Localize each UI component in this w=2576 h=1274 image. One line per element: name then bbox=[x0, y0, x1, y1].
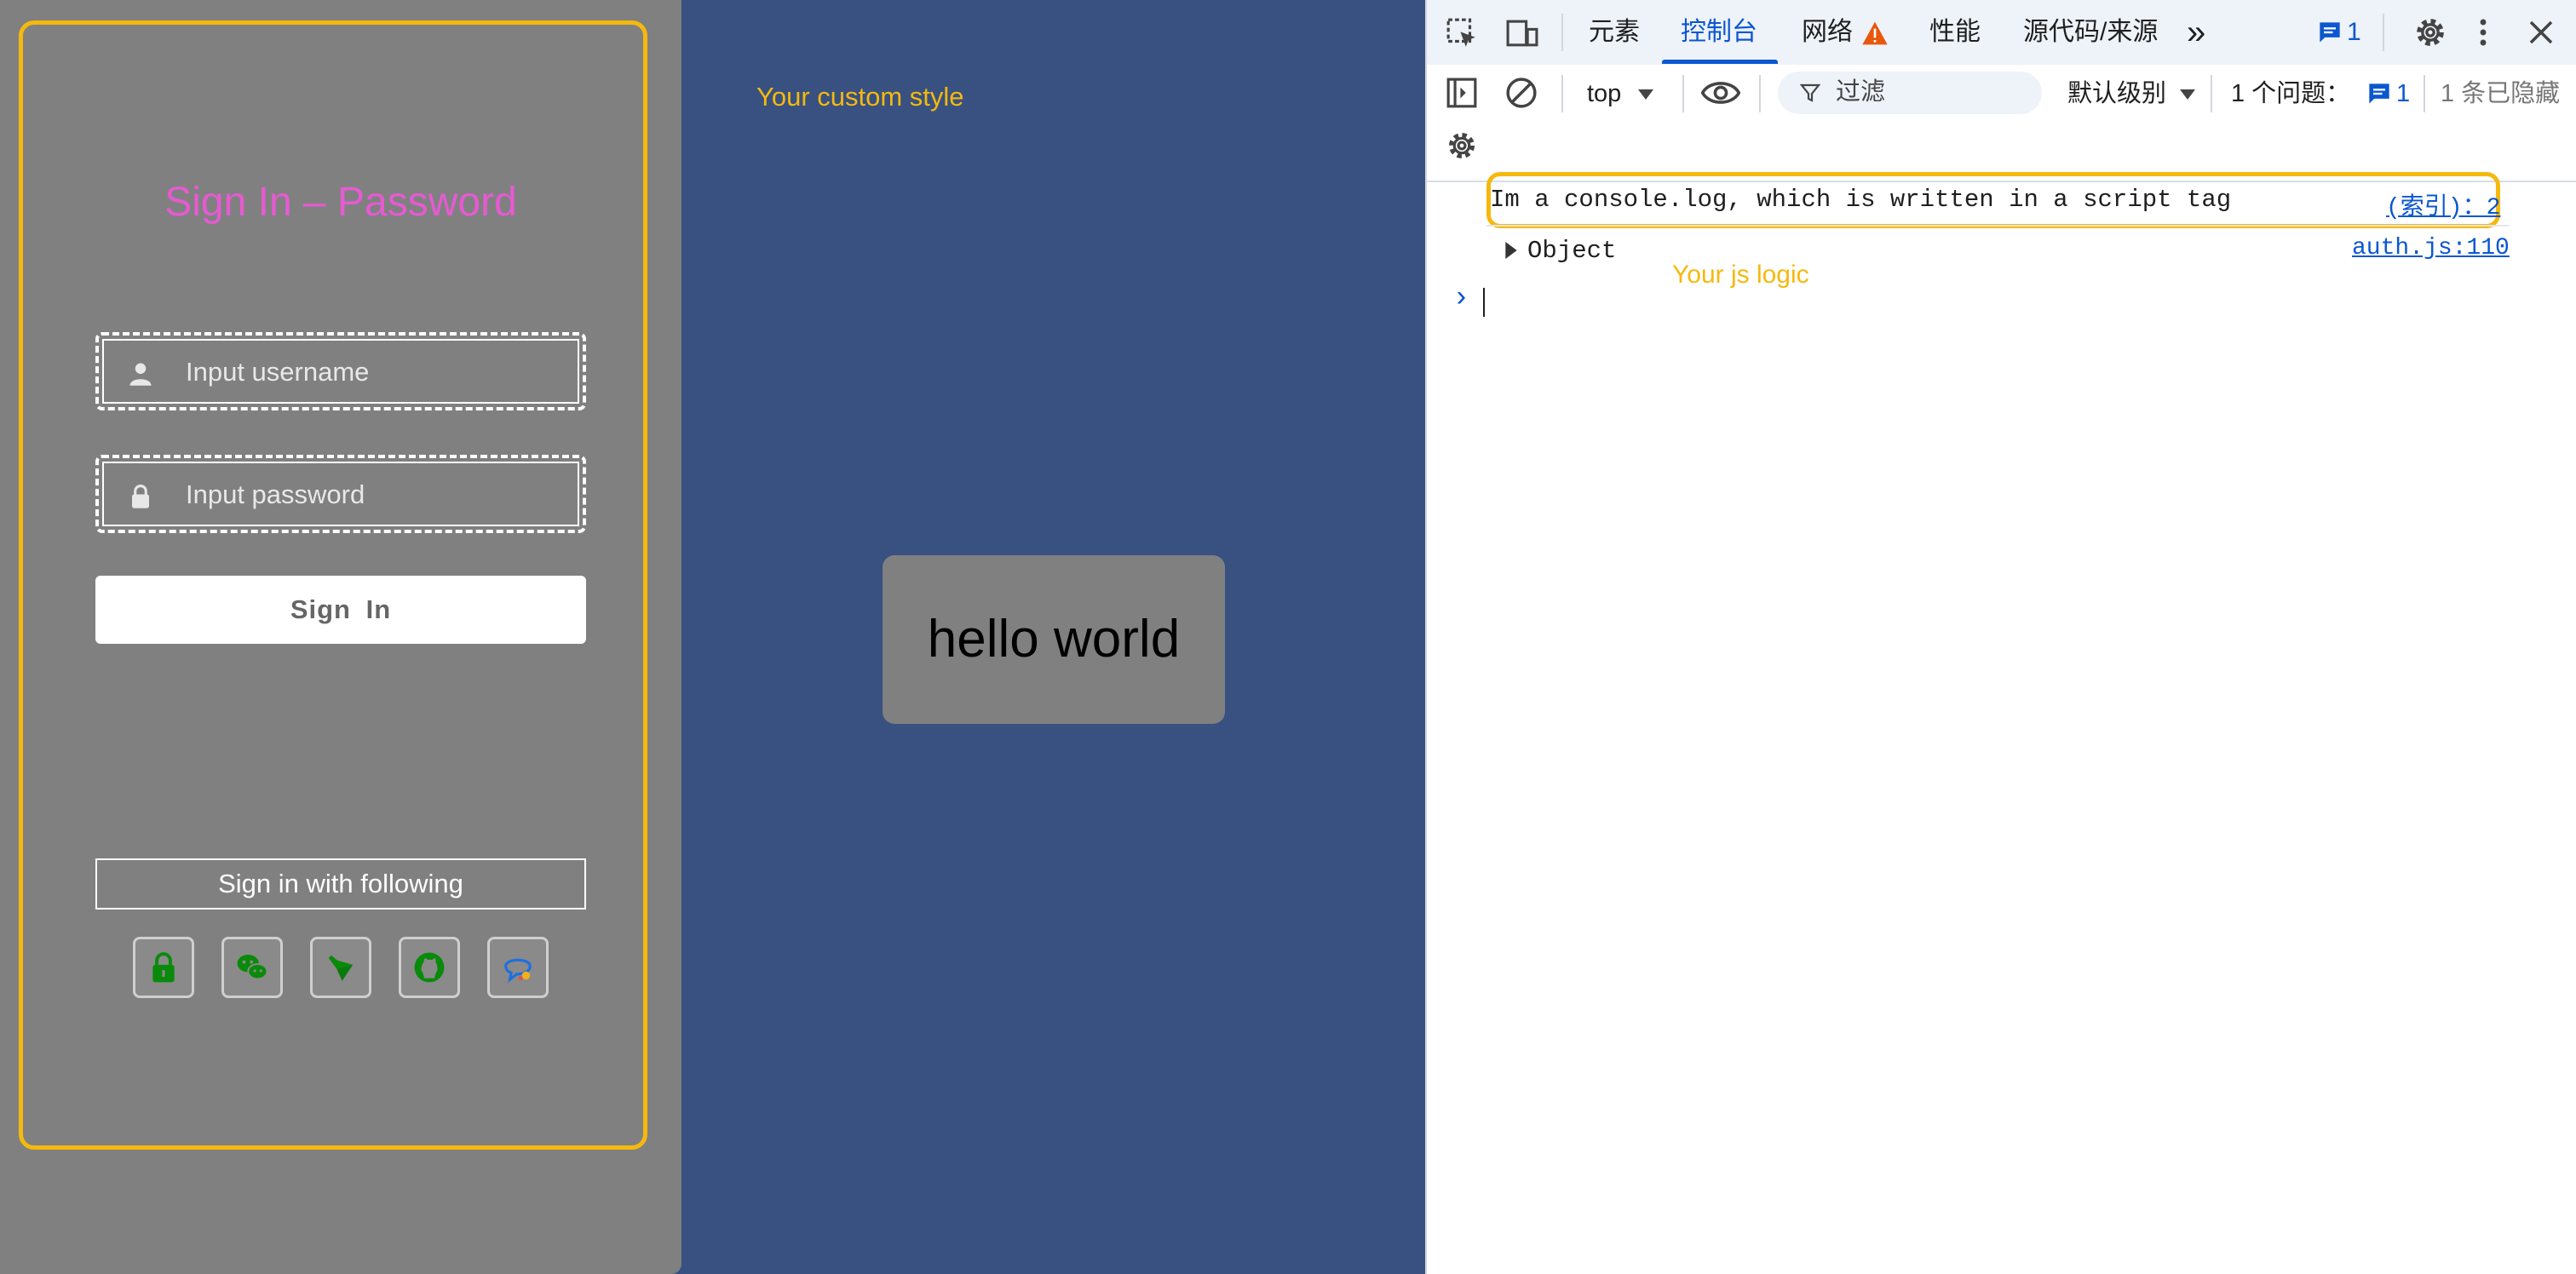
password-input[interactable] bbox=[184, 473, 562, 516]
hello-world-box: hello world bbox=[883, 555, 1225, 724]
live-expression-eye-icon[interactable] bbox=[1701, 78, 1740, 107]
console-settings-gear-icon[interactable] bbox=[1446, 129, 1478, 162]
github-icon bbox=[414, 952, 445, 983]
clear-console-icon[interactable] bbox=[1505, 77, 1538, 109]
log-level-selector[interactable]: 默认级别 bbox=[2067, 77, 2166, 111]
sign-in-button[interactable]: Sign In bbox=[95, 576, 586, 644]
wechat-icon bbox=[237, 954, 268, 980]
more-tabs-button[interactable]: » bbox=[2187, 0, 2205, 65]
user-icon bbox=[129, 363, 152, 386]
toolbar-separator bbox=[2211, 75, 2212, 112]
tab-sources[interactable]: 源代码/来源 bbox=[2023, 0, 2158, 65]
tab-network[interactable]: 网络 bbox=[1802, 0, 1853, 65]
js-logic-annotation: Your js logic bbox=[1672, 261, 1809, 289]
custom-style-annotation: Your custom style bbox=[756, 82, 964, 112]
tab-performance[interactable]: 性能 bbox=[1929, 0, 1981, 65]
console-prompt: › bbox=[1452, 283, 1470, 315]
filter-input[interactable]: 过滤 bbox=[1778, 72, 2042, 114]
tab-separator bbox=[1561, 14, 1563, 51]
filter-placeholder: 过滤 bbox=[1836, 78, 1886, 106]
issues-message-icon[interactable] bbox=[2367, 82, 2391, 106]
provider-feishu-button[interactable] bbox=[310, 937, 371, 998]
feishu-icon bbox=[328, 955, 354, 981]
provider-chat-button[interactable] bbox=[487, 937, 549, 998]
console-toolbar: top 过滤 默认级别 1 个问题： 1 1 条已隐藏 bbox=[1427, 65, 2576, 182]
password-field[interactable] bbox=[95, 455, 586, 533]
lock-icon bbox=[152, 952, 175, 983]
console-input-caret[interactable] bbox=[1483, 288, 1485, 317]
warning-icon bbox=[1862, 21, 1888, 45]
lock-icon bbox=[132, 484, 149, 508]
issues-count[interactable]: 1 bbox=[2347, 0, 2361, 65]
object-source-link[interactable]: auth.js:110 bbox=[2352, 235, 2510, 261]
log-divider bbox=[1486, 225, 2509, 227]
log-source-link[interactable]: (索引)：2 bbox=[2386, 187, 2500, 221]
provider-github-button[interactable] bbox=[399, 937, 460, 998]
more-options-icon[interactable] bbox=[2476, 17, 2490, 48]
issues-label[interactable]: 1 个问题： bbox=[2231, 77, 2350, 111]
device-toolbar-icon[interactable] bbox=[1505, 17, 1539, 49]
toolbar-separator bbox=[2424, 75, 2425, 112]
inspect-element-icon[interactable] bbox=[1446, 17, 1478, 49]
filter-funnel-icon bbox=[1800, 83, 1820, 102]
sign-in-with-following-label: Sign in with following bbox=[95, 858, 586, 910]
toolbar-separator bbox=[1682, 75, 1684, 112]
toolbar-separator bbox=[1759, 75, 1761, 112]
issues-message-icon[interactable] bbox=[2318, 20, 2342, 44]
chevron-down-icon bbox=[2180, 89, 2195, 100]
active-tab-indicator bbox=[1662, 60, 1778, 64]
expand-triangle-icon[interactable] bbox=[1505, 242, 1517, 259]
provider-lock-button[interactable] bbox=[133, 937, 194, 998]
settings-gear-icon[interactable] bbox=[2413, 15, 2447, 49]
issues-badge-count[interactable]: 1 bbox=[2396, 77, 2410, 111]
chat-icon bbox=[504, 958, 532, 984]
hidden-messages-label: 1 条已隐藏 bbox=[2441, 80, 2561, 107]
tab-separator bbox=[2383, 14, 2384, 51]
login-title: Sign In – Password bbox=[164, 180, 517, 225]
console-log-message: Im a console.log, which is written in a … bbox=[1490, 186, 2232, 214]
tab-elements[interactable]: 元素 bbox=[1589, 0, 1640, 65]
username-input[interactable] bbox=[184, 351, 562, 393]
chevron-down-icon bbox=[1638, 89, 1653, 100]
username-field[interactable] bbox=[95, 332, 586, 410]
login-panel: Sign In – Password Sign In Sign in with … bbox=[0, 0, 681, 1274]
context-selector[interactable]: top bbox=[1587, 77, 1621, 111]
provider-wechat-button[interactable] bbox=[221, 937, 283, 998]
tab-console[interactable]: 控制台 bbox=[1681, 0, 1757, 65]
sidebar-toggle-icon[interactable] bbox=[1446, 77, 1478, 109]
close-icon[interactable] bbox=[2527, 19, 2555, 46]
toolbar-separator bbox=[1561, 75, 1563, 112]
devtools-tab-bar: 元素 控制台 网络 性能 源代码/来源 » 1 bbox=[1427, 0, 2576, 66]
devtools-panel: 元素 控制台 网络 性能 源代码/来源 » 1 top 过滤 默认级别 1 个问… bbox=[1425, 0, 2576, 1274]
console-object-entry[interactable]: Object bbox=[1527, 237, 1616, 265]
